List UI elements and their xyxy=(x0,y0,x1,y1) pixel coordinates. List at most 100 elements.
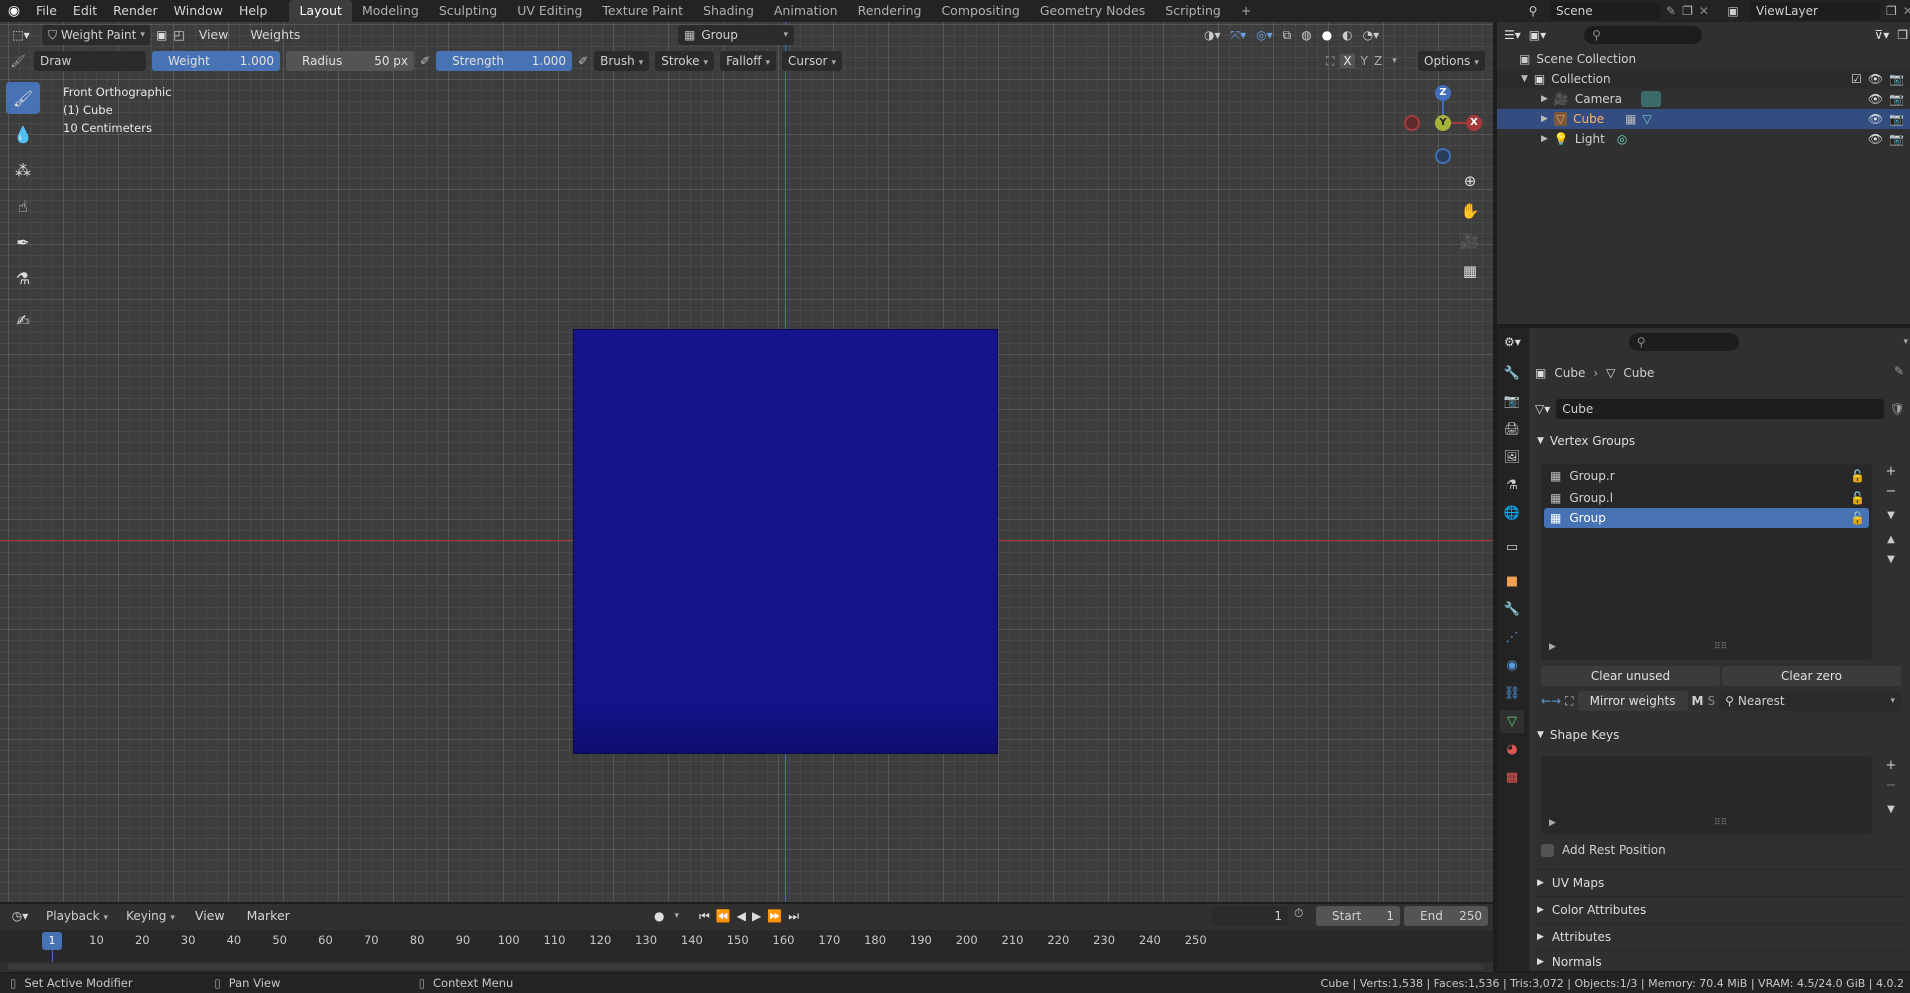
list-item-active[interactable]: ▦ Group 🔓 xyxy=(1544,508,1869,528)
mirror-z-toggle[interactable]: Z xyxy=(1374,54,1382,68)
tab-animation[interactable]: Animation xyxy=(764,0,848,22)
add-vertex-group-icon[interactable]: + xyxy=(1882,462,1900,480)
shape-keys-list[interactable]: ▶ ⠿⠿ xyxy=(1541,756,1872,834)
render-tab-icon[interactable]: 📷 xyxy=(1500,390,1524,413)
prev-keyframe-icon[interactable]: ⏪ xyxy=(716,909,731,923)
gizmo-neg-x-axis[interactable] xyxy=(1404,115,1420,131)
options-menu[interactable]: Options ▾ xyxy=(1418,51,1485,71)
brush-name-field[interactable]: Draw xyxy=(34,51,146,71)
add-workspace-button[interactable]: + xyxy=(1231,0,1261,22)
collection-row[interactable]: ▼ ▣ Collection ☑ 👁 📷 xyxy=(1497,69,1910,89)
zoom-icon[interactable]: ⊕ xyxy=(1459,170,1481,192)
view-layer-name[interactable]: ViewLayer xyxy=(1750,2,1880,20)
stroke-menu[interactable]: Stroke ▾ xyxy=(655,51,715,71)
display-mode-icon[interactable]: ▣▾ xyxy=(1529,28,1546,42)
gradient-tool-icon[interactable]: ✒ xyxy=(6,226,40,258)
pan-hand-icon[interactable]: ✋ xyxy=(1459,200,1481,222)
camera-view-icon[interactable]: 🎥 xyxy=(1459,230,1481,252)
play-icon[interactable]: ▶ xyxy=(752,909,761,923)
vgroup-lock-icon[interactable]: 🔓 xyxy=(1850,469,1865,483)
tool-tab-icon[interactable]: 🔧 xyxy=(1500,362,1524,385)
jump-start-icon[interactable]: ⏮ xyxy=(699,909,710,924)
weights-menu[interactable]: Weights xyxy=(242,24,308,46)
light-eye-icon[interactable]: 👁 xyxy=(1868,132,1883,146)
particles-tab-icon[interactable]: ⋰ xyxy=(1500,626,1524,649)
gizmo-neg-z-axis[interactable] xyxy=(1435,148,1451,164)
tab-modeling[interactable]: Modeling xyxy=(352,0,429,22)
light-render-icon[interactable]: 📷 xyxy=(1889,132,1904,146)
view-layer-tab-icon[interactable]: 🖼 xyxy=(1500,446,1524,469)
move-up-icon[interactable]: ▲ xyxy=(1882,530,1900,548)
world-tab-icon[interactable]: 🌐 xyxy=(1500,502,1524,525)
constraints-tab-icon[interactable]: ⛓ xyxy=(1500,682,1524,705)
gizmo-icon[interactable]: ⤧▾ xyxy=(1231,28,1247,43)
outliner-item-light[interactable]: ▶ 💡 Light ◎ 👁 📷 xyxy=(1497,129,1910,149)
sample-weight-tool-icon[interactable]: ⚗ xyxy=(6,262,40,294)
breadcrumb-data[interactable]: Cube xyxy=(1623,366,1654,380)
camera-eye-icon[interactable]: 👁 xyxy=(1868,92,1883,106)
add-shape-key-icon[interactable]: + xyxy=(1882,756,1900,774)
overlay-icon[interactable]: ◎▾ xyxy=(1256,28,1273,42)
material-tab-icon[interactable]: ◕ xyxy=(1500,738,1524,761)
vertex-group-dropdown[interactable]: ▦ Group ▾ xyxy=(678,25,794,45)
gizmo-x-axis[interactable]: X xyxy=(1466,115,1482,131)
radius-field[interactable]: Radius 50 px xyxy=(286,51,414,71)
scene-collection-row[interactable]: ▣ Scene Collection xyxy=(1497,49,1910,69)
object-tab-icon[interactable]: ■ xyxy=(1500,570,1524,593)
new-scene-icon[interactable]: ❐ xyxy=(1682,4,1693,18)
list-filter-toggle-icon[interactable]: ▶ xyxy=(1549,642,1556,652)
output-tab-icon[interactable]: 🖨 xyxy=(1500,418,1524,441)
navigation-gizmo[interactable]: Z X Y xyxy=(1404,82,1488,166)
attributes-header[interactable]: ▶ Attributes xyxy=(1537,923,1905,949)
visibility-icon[interactable]: ◑▾ xyxy=(1204,28,1221,42)
mirror-weights-button[interactable]: Mirror weights xyxy=(1577,691,1688,711)
scene-icon[interactable]: ⚲ xyxy=(1522,4,1544,18)
cube-render-icon[interactable]: 📷 xyxy=(1889,112,1904,126)
add-rest-position-checkbox[interactable] xyxy=(1541,843,1554,857)
close-scene-icon[interactable]: ✕ xyxy=(1699,4,1709,18)
camera-expand-icon[interactable]: ▶ xyxy=(1541,94,1548,104)
scene-tab-icon[interactable]: ⚗ xyxy=(1500,474,1524,497)
jump-end-icon[interactable]: ⏭ xyxy=(788,909,799,924)
collection-expand-icon[interactable]: ▼ xyxy=(1521,74,1528,84)
data-tab-icon[interactable]: ▽ xyxy=(1500,710,1524,733)
camera-render-icon[interactable]: 📷 xyxy=(1889,92,1904,106)
outliner-search-input[interactable]: ⚲ xyxy=(1584,26,1703,44)
properties-editor-icon[interactable]: ⚙▾ xyxy=(1504,335,1521,349)
properties-search-input[interactable]: ⚲ xyxy=(1628,333,1739,351)
texture-tab-icon[interactable]: ▩ xyxy=(1500,766,1524,789)
timeline-ruler[interactable]: 10 20 30 40 50 60 70 80 90 100 110 120 130 140 150 160 1… xyxy=(0,930,1493,962)
view-layer-icon[interactable]: ▣ xyxy=(1722,4,1744,18)
vertex-groups-list[interactable]: ▦ Group.r 🔓 ▦ Group.l 🔓 ▦ Group 🔓 ▶ ⠿⠿ xyxy=(1541,464,1872,660)
end-frame-field[interactable]: End 250 xyxy=(1404,906,1488,926)
editor-type-icon[interactable]: ⬚▾ xyxy=(6,28,36,42)
vgroup-lock-icon[interactable]: 🔓 xyxy=(1850,511,1865,525)
menu-help[interactable]: Help xyxy=(231,0,276,22)
start-frame-field[interactable]: Start 1 xyxy=(1316,906,1400,926)
average-tool-icon[interactable]: ⁂ xyxy=(6,154,40,186)
list-resize-handle[interactable]: ⠿⠿ xyxy=(1714,642,1727,652)
close-view-layer-icon[interactable]: ✕ xyxy=(1903,4,1910,18)
tab-scripting[interactable]: Scripting xyxy=(1155,0,1231,22)
keying-menu[interactable]: Keying ▾ xyxy=(120,906,181,926)
play-reverse-icon[interactable]: ◀ xyxy=(737,909,746,923)
list-item[interactable]: ▦ Group.r 🔓 xyxy=(1544,466,1869,486)
mode-dropdown[interactable]: ⛉ Weight Paint ▾ xyxy=(42,25,150,45)
scene-name[interactable]: Scene xyxy=(1550,2,1660,20)
vertex-mask-icon[interactable]: ◰ xyxy=(173,28,184,42)
record-icon[interactable]: ● xyxy=(654,909,664,923)
strength-field[interactable]: Strength 1.000 xyxy=(436,51,573,71)
vertex-groups-header[interactable]: ▼ Vertex Groups xyxy=(1537,428,1905,454)
normals-header[interactable]: ▶ Normals xyxy=(1537,950,1905,972)
move-down-icon[interactable]: ▼ xyxy=(1882,550,1900,568)
color-attributes-header[interactable]: ▶ Color Attributes xyxy=(1537,896,1905,922)
view-menu[interactable]: View xyxy=(191,24,237,46)
remove-shape-key-icon[interactable]: − xyxy=(1882,776,1900,794)
current-frame-field[interactable]: 1 xyxy=(1212,906,1288,926)
shape-keys-resize-handle[interactable]: ⠿⠿ xyxy=(1714,818,1727,828)
timeline-editor-icon[interactable]: ◷▾ xyxy=(6,909,34,923)
rendered-shading-icon[interactable]: ◔▾ xyxy=(1363,28,1380,42)
tab-sculpting[interactable]: Sculpting xyxy=(429,0,507,22)
nearest-dropdown[interactable]: ⚲ Nearest ▾ xyxy=(1719,691,1901,711)
gizmo-z-axis[interactable]: Z xyxy=(1435,85,1451,101)
